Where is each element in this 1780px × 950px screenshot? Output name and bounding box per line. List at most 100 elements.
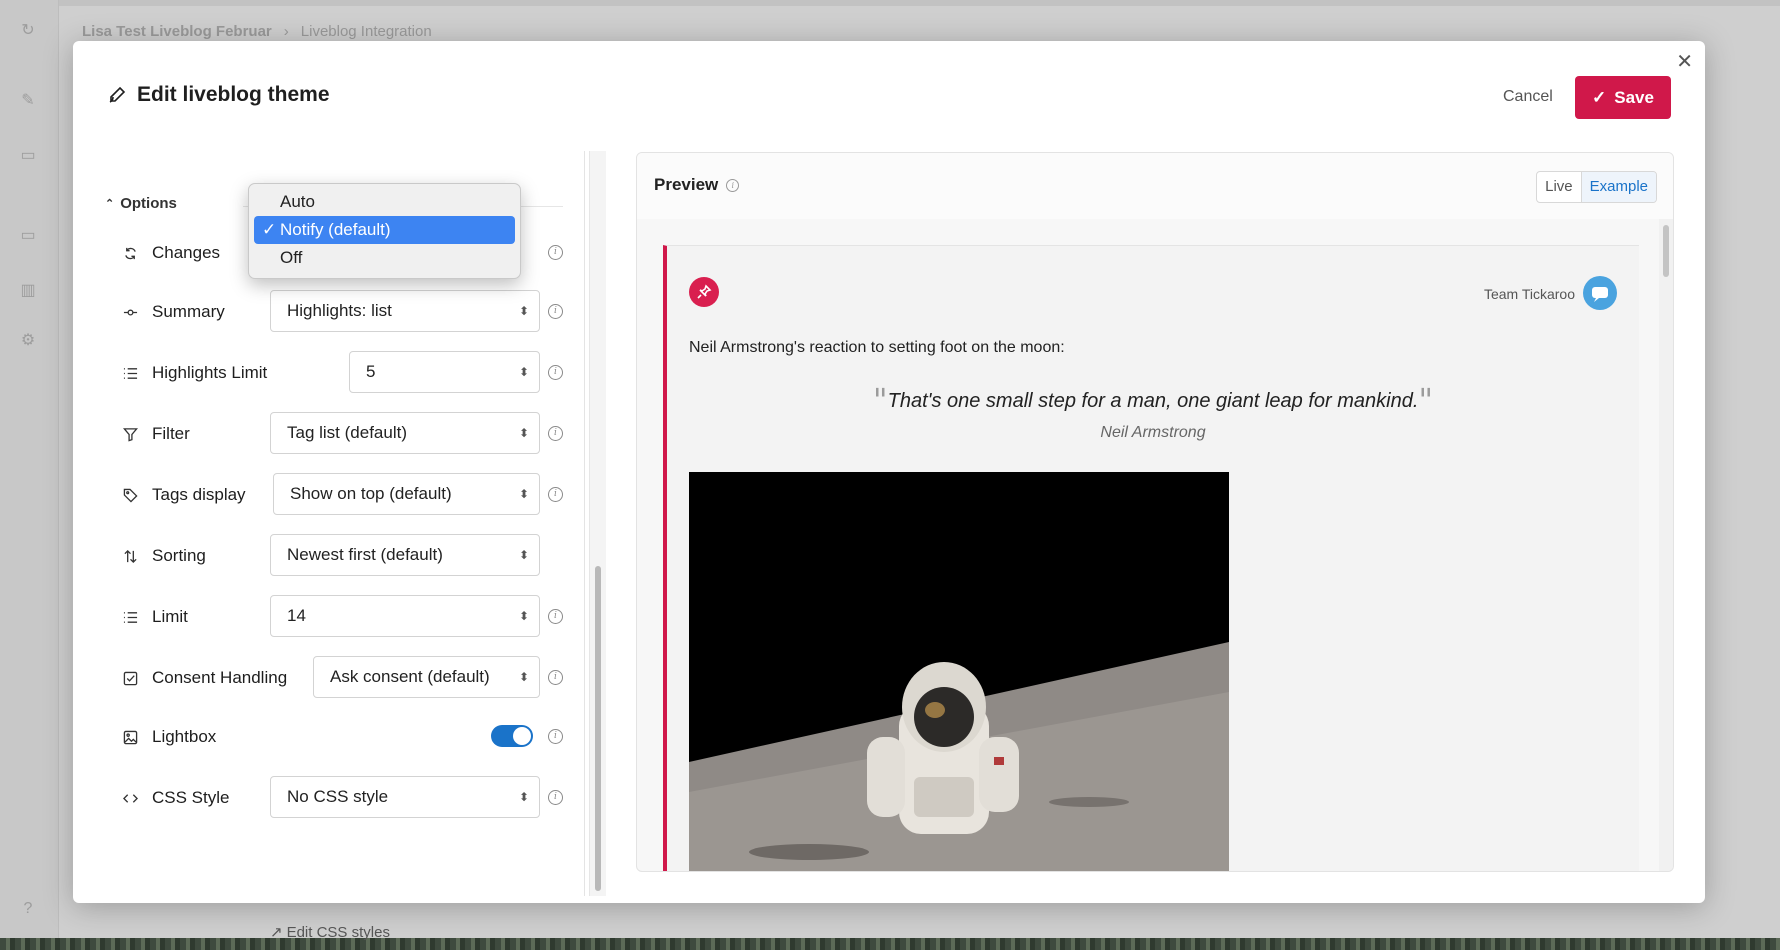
- info-icon[interactable]: i: [548, 426, 563, 441]
- options-scrollbar[interactable]: [589, 151, 606, 896]
- option-label: Lightbox: [123, 727, 216, 747]
- chat-icon: ▭: [20, 147, 36, 164]
- summary-select[interactable]: Highlights: list ⬍: [270, 290, 540, 332]
- tags-display-select[interactable]: Show on top (default) ⬍: [273, 473, 540, 515]
- background-topbar: [0, 0, 1780, 6]
- info-icon[interactable]: i: [726, 178, 740, 192]
- breadcrumb-item: Liveblog Integration: [300, 23, 432, 40]
- filter-icon: [123, 427, 138, 442]
- preview-title-text: Preview: [654, 175, 719, 194]
- close-icon[interactable]: ✕: [1676, 49, 1693, 74]
- info-icon[interactable]: i: [548, 729, 563, 744]
- option-label: Changes: [123, 243, 220, 263]
- liveblog-post: Team Tickaroo Neil Armstrong's reaction …: [663, 245, 1639, 871]
- dropdown-option-off[interactable]: Off: [254, 244, 515, 272]
- refresh-icon: ↻: [21, 22, 35, 39]
- edit-theme-icon: [109, 86, 126, 103]
- option-label: Summary: [123, 302, 225, 322]
- desktop-wallpaper: [0, 938, 1780, 950]
- select-arrows-icon: ⬍: [518, 548, 529, 562]
- monitor-icon: ▭: [20, 227, 36, 244]
- option-label: Limit: [123, 607, 188, 627]
- code-icon: [123, 793, 138, 803]
- highlights-limit-value: 5: [366, 362, 376, 381]
- refresh-icon: [125, 247, 136, 259]
- option-row-highlights-limit: Highlights Limit 5 ⬍ i: [93, 351, 583, 395]
- dropdown-option-notify[interactable]: ✓ Notify (default): [254, 216, 515, 244]
- quote-author: Neil Armstrong: [1100, 424, 1206, 441]
- dropdown-option-label: Off: [280, 248, 303, 267]
- list-icon: [123, 367, 138, 379]
- option-row-limit: Limit 14 ⬍ i: [93, 595, 583, 639]
- cancel-button[interactable]: Cancel: [1503, 88, 1553, 106]
- option-label-text: Changes: [152, 243, 221, 262]
- stepper-arrows-icon[interactable]: ⬍: [519, 352, 529, 392]
- info-icon[interactable]: i: [548, 487, 563, 502]
- option-label-text: Lightbox: [152, 727, 217, 746]
- filter-select-value: Tag list (default): [287, 423, 407, 442]
- info-icon[interactable]: i: [548, 609, 563, 624]
- check-icon: ✓: [1592, 87, 1607, 107]
- sort-icon: [124, 549, 137, 563]
- option-label: Tags display: [123, 485, 246, 505]
- tab-example[interactable]: Example: [1581, 172, 1656, 202]
- scrollbar-thumb[interactable]: [595, 566, 601, 891]
- quote-open-mark: ": [872, 381, 888, 419]
- summary-select-value: Highlights: list: [287, 301, 392, 320]
- panel-divider: [584, 151, 585, 896]
- select-arrows-icon: ⬍: [518, 426, 529, 440]
- option-label: Filter: [123, 424, 190, 444]
- post-quote: "That's one small step for a man, one gi…: [667, 381, 1639, 419]
- option-row-summary: Summary Highlights: list ⬍ i: [93, 290, 583, 334]
- info-icon[interactable]: i: [548, 245, 563, 260]
- dropdown-option-auto[interactable]: Auto: [254, 188, 515, 216]
- tag-icon: [123, 488, 138, 503]
- info-icon[interactable]: i: [548, 790, 563, 805]
- dropdown-option-label: Auto: [280, 192, 315, 211]
- author-avatar: [1583, 276, 1617, 310]
- help-icon: ?: [23, 900, 33, 917]
- save-button[interactable]: ✓ Save: [1575, 76, 1671, 119]
- breadcrumb: Lisa Test Liveblog Februar › Liveblog Inte…: [82, 23, 432, 40]
- highlights-limit-stepper[interactable]: 5 ⬍: [349, 351, 540, 393]
- info-icon[interactable]: i: [548, 365, 563, 380]
- consent-select[interactable]: Ask consent (default) ⬍: [313, 656, 540, 698]
- tab-live[interactable]: Live: [1537, 172, 1582, 202]
- edit-css-label: Edit CSS styles: [286, 923, 390, 941]
- options-section-toggle[interactable]: ⌃ Options: [105, 195, 177, 212]
- tags-display-select-value: Show on top (default): [290, 484, 452, 503]
- edit-css-link[interactable]: ↗ Edit CSS styles: [270, 923, 390, 942]
- check-icon: ✓: [262, 220, 277, 239]
- info-icon[interactable]: i: [548, 304, 563, 319]
- sorting-select[interactable]: Newest first (default) ⬍: [270, 534, 540, 576]
- post-text: Neil Armstrong's reaction to setting foo…: [689, 339, 1065, 356]
- edit-icon: ✎: [21, 92, 35, 109]
- settings-icon: ⚙: [20, 332, 36, 349]
- option-label-text: Limit: [152, 607, 188, 626]
- filter-select[interactable]: Tag list (default) ⬍: [270, 412, 540, 454]
- css-style-select-value: No CSS style: [287, 787, 389, 806]
- limit-stepper[interactable]: 14 ⬍: [270, 595, 540, 637]
- limit-value: 14: [287, 606, 306, 625]
- option-label-text: Sorting: [152, 546, 206, 565]
- post-image[interactable]: [689, 472, 1229, 871]
- preview-header: Preview i Live Example: [637, 153, 1673, 219]
- stepper-arrows-icon[interactable]: ⬍: [519, 596, 529, 636]
- preview-scrollbar[interactable]: [1659, 219, 1673, 871]
- lightbox-toggle[interactable]: [491, 725, 533, 747]
- preview-panel: Preview i Live Example Team Tickaroo Nei…: [636, 152, 1674, 872]
- breadcrumb-item: Lisa Test Liveblog Februar: [82, 23, 272, 40]
- astronaut-photo: [689, 472, 1229, 871]
- preview-title: Preview i: [654, 175, 740, 195]
- changes-dropdown-menu: Auto ✓ Notify (default) Off: [248, 183, 521, 279]
- preview-mode-toggle: Live Example: [1536, 171, 1657, 203]
- scrollbar-thumb[interactable]: [1663, 225, 1669, 277]
- css-style-select[interactable]: No CSS style ⬍: [270, 776, 540, 818]
- select-arrows-icon: ⬍: [518, 304, 529, 318]
- consent-select-value: Ask consent (default): [330, 667, 490, 686]
- option-label-text: Highlights Limit: [152, 363, 268, 382]
- info-icon[interactable]: i: [548, 670, 563, 685]
- option-row-tags-display: Tags display Show on top (default) ⬍ i: [93, 473, 583, 517]
- chart-icon: ▥: [20, 282, 36, 299]
- modal-title: Edit liveblog theme: [107, 83, 330, 107]
